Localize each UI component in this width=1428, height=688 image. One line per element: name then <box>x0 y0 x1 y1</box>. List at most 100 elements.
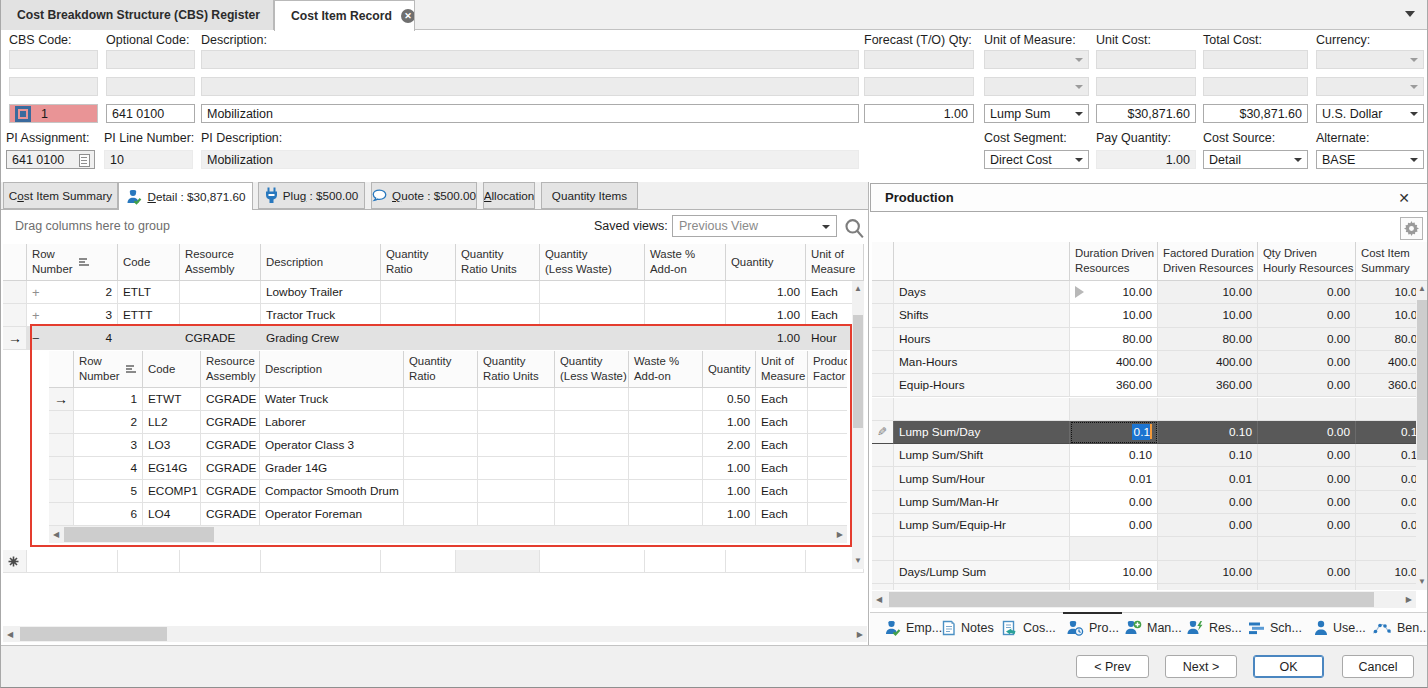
nested-grid-hscrollbar[interactable]: ◀ ▶ <box>49 526 847 543</box>
column-header-factored-duration[interactable]: Factored Duration Driven Resources <box>1158 242 1258 281</box>
cell-code[interactable]: ETTT <box>118 304 180 327</box>
cell-qty-driven[interactable]: 0.00 <box>1258 467 1356 490</box>
unit-of-measure-select-grandparent[interactable] <box>984 77 1089 96</box>
cell-resource-assembly[interactable]: CGRADE <box>201 480 260 503</box>
column-header-resource[interactable]: Resource Assembly <box>201 351 260 388</box>
cell-quantity-ratio[interactable] <box>404 480 478 503</box>
cell-quantity[interactable]: 2.00 <box>703 434 756 457</box>
new-row-cell[interactable] <box>381 550 456 573</box>
cell-quantity[interactable]: 1.00 <box>703 503 756 526</box>
cell-duration-driven[interactable]: 10.00 <box>1070 584 1158 590</box>
tab-quote[interactable]: Quote : $500.00 <box>371 182 477 209</box>
tab-allocation[interactable]: Allocation <box>483 182 535 209</box>
ok-button[interactable]: OK <box>1253 655 1324 678</box>
cell-factored-duration[interactable]: 10.00 <box>1158 561 1258 584</box>
cell-quantity-less-waste[interactable] <box>555 411 629 434</box>
cell-quantity-ratio[interactable] <box>381 327 456 350</box>
cell-resource-assembly[interactable]: CGRADE <box>201 434 260 457</box>
unit-cost-field-parent[interactable] <box>1096 50 1196 69</box>
cell-quantity-ratio-units[interactable] <box>456 281 540 304</box>
cell-quantity-less-waste[interactable] <box>540 327 645 350</box>
cell-quantity-ratio-units[interactable] <box>478 434 555 457</box>
cost-source-select[interactable]: Detail <box>1203 150 1308 169</box>
saved-views-dropdown[interactable]: Previous View <box>672 215 837 237</box>
cbs-code-field-grandparent[interactable] <box>9 77 98 96</box>
column-header-quantity[interactable]: Quantity Ratio <box>404 351 478 388</box>
new-row-cell[interactable] <box>180 550 261 573</box>
cell-duration-driven[interactable]: 10.00 <box>1070 281 1158 304</box>
cell-quantity-ratio[interactable] <box>404 434 478 457</box>
cell-factored-duration[interactable]: 10.00 <box>1158 281 1258 304</box>
cell-waste-addon[interactable] <box>645 327 726 350</box>
cell-description[interactable]: Operator Class 3 <box>260 434 404 457</box>
cell-quantity[interactable]: 1.00 <box>726 281 806 304</box>
scroll-up-icon[interactable]: ▲ <box>1418 285 1426 293</box>
cell-code[interactable]: ETLT <box>118 281 180 304</box>
cell-waste-addon[interactable] <box>629 411 703 434</box>
cell-qty-driven[interactable]: 0.00 <box>1258 281 1356 304</box>
prev-button[interactable]: < Prev <box>1076 655 1149 678</box>
column-header-unit-of[interactable]: Unit of Measure <box>806 244 864 281</box>
expand-icon[interactable]: + <box>32 285 40 300</box>
cell-duration-driven[interactable]: 0.00 <box>1070 514 1158 537</box>
cell-code[interactable]: LO4 <box>143 503 201 526</box>
cell-quantity-ratio[interactable] <box>404 388 478 411</box>
pi-line-number-field[interactable]: 10 <box>104 150 193 169</box>
cell-description[interactable]: Water Truck <box>260 388 404 411</box>
tab-overflow-chevron-icon[interactable] <box>1405 11 1415 17</box>
cell-production-factor[interactable] <box>808 457 847 480</box>
cell-waste-addon[interactable] <box>629 388 703 411</box>
cell-row-number[interactable]: 3 <box>74 434 143 457</box>
cell-duration-driven[interactable]: 0.10 <box>1070 444 1158 467</box>
cell-duration-driven[interactable]: 400.00 <box>1070 351 1158 374</box>
bottom-tab-use[interactable]: Use... <box>1314 613 1366 643</box>
cell-unit-of-measure[interactable]: Each <box>756 388 808 411</box>
cell-production-factor[interactable] <box>808 480 847 503</box>
bottom-tab-cos[interactable]: Cos... <box>1002 613 1056 643</box>
column-header-quantity[interactable]: Quantity (Less Waste) <box>555 351 629 388</box>
cell-duration-driven[interactable]: 10.00 <box>1070 561 1158 584</box>
cell-duration-driven[interactable]: 10.00 <box>1070 304 1158 327</box>
settings-gear-button[interactable] <box>1400 217 1423 240</box>
cell-factored-duration[interactable]: 80.00 <box>1158 328 1258 351</box>
column-header-resource[interactable]: Resource Assembly <box>180 244 261 281</box>
column-header-quantity[interactable]: Quantity <box>703 351 756 388</box>
cell-production-factor[interactable] <box>808 503 847 526</box>
cell-qty-driven[interactable]: 0.00 <box>1258 491 1356 514</box>
cell-duration-driven-editing[interactable]: 0.1 <box>1070 421 1158 444</box>
column-header-code[interactable]: Code <box>143 351 201 388</box>
column-header-quantity[interactable]: Quantity Ratio Units <box>456 244 540 281</box>
left-grid-hscrollbar[interactable]: ◀ ▶ <box>3 626 867 642</box>
cell-quantity-ratio-units[interactable] <box>456 304 540 327</box>
cell-qty-driven[interactable]: 0.00 <box>1258 304 1356 327</box>
bottom-tab-pro[interactable]: Pro... <box>1066 613 1119 643</box>
unit-of-measure-select[interactable]: Lump Sum <box>984 104 1089 123</box>
cell-resource-assembly[interactable]: CGRADE <box>180 327 261 350</box>
cell-quantity[interactable]: 1.00 <box>726 304 806 327</box>
cell-row-number[interactable]: 6 <box>74 503 143 526</box>
cell-resource-assembly[interactable]: CGRADE <box>201 457 260 480</box>
cell-factored-duration[interactable]: 0.00 <box>1158 514 1258 537</box>
cell-production-factor[interactable] <box>808 434 847 457</box>
column-header-cost-item[interactable]: Cost Item Summary <box>1356 242 1428 281</box>
cell-qty-driven[interactable]: 0.00 <box>1258 514 1356 537</box>
cell-factored-duration[interactable]: 10.00 <box>1158 584 1258 590</box>
cell-description[interactable]: Tractor Truck <box>261 304 381 327</box>
tab-cbs-register[interactable]: Cost Breakdown Structure (CBS) Register <box>1 0 274 30</box>
cell-quantity-ratio-units[interactable] <box>478 480 555 503</box>
cell-quantity-ratio[interactable] <box>404 411 478 434</box>
cell-quantity-less-waste[interactable] <box>555 434 629 457</box>
cell-factored-duration[interactable]: 0.10 <box>1158 444 1258 467</box>
column-header-production[interactable]: Production Factor <box>808 351 847 388</box>
unit-cost-field[interactable]: $30,871.60 <box>1096 104 1196 123</box>
cell-quantity[interactable]: 1.00 <box>726 327 806 350</box>
column-header-code[interactable]: Code <box>118 244 180 281</box>
cell-unit-of-measure[interactable]: Each <box>756 457 808 480</box>
column-header-quantity[interactable]: Quantity <box>726 244 806 281</box>
forecast-qty-field[interactable]: 1.00 <box>864 104 974 123</box>
cost-segment-select[interactable]: Direct Cost <box>984 150 1089 169</box>
cell-qty-driven[interactable]: 0.00 <box>1258 421 1356 444</box>
cell-factored-duration[interactable]: 0.00 <box>1158 491 1258 514</box>
cell-production-factor[interactable] <box>808 411 847 434</box>
column-header-unit-of[interactable]: Unit of Measure <box>756 351 808 388</box>
